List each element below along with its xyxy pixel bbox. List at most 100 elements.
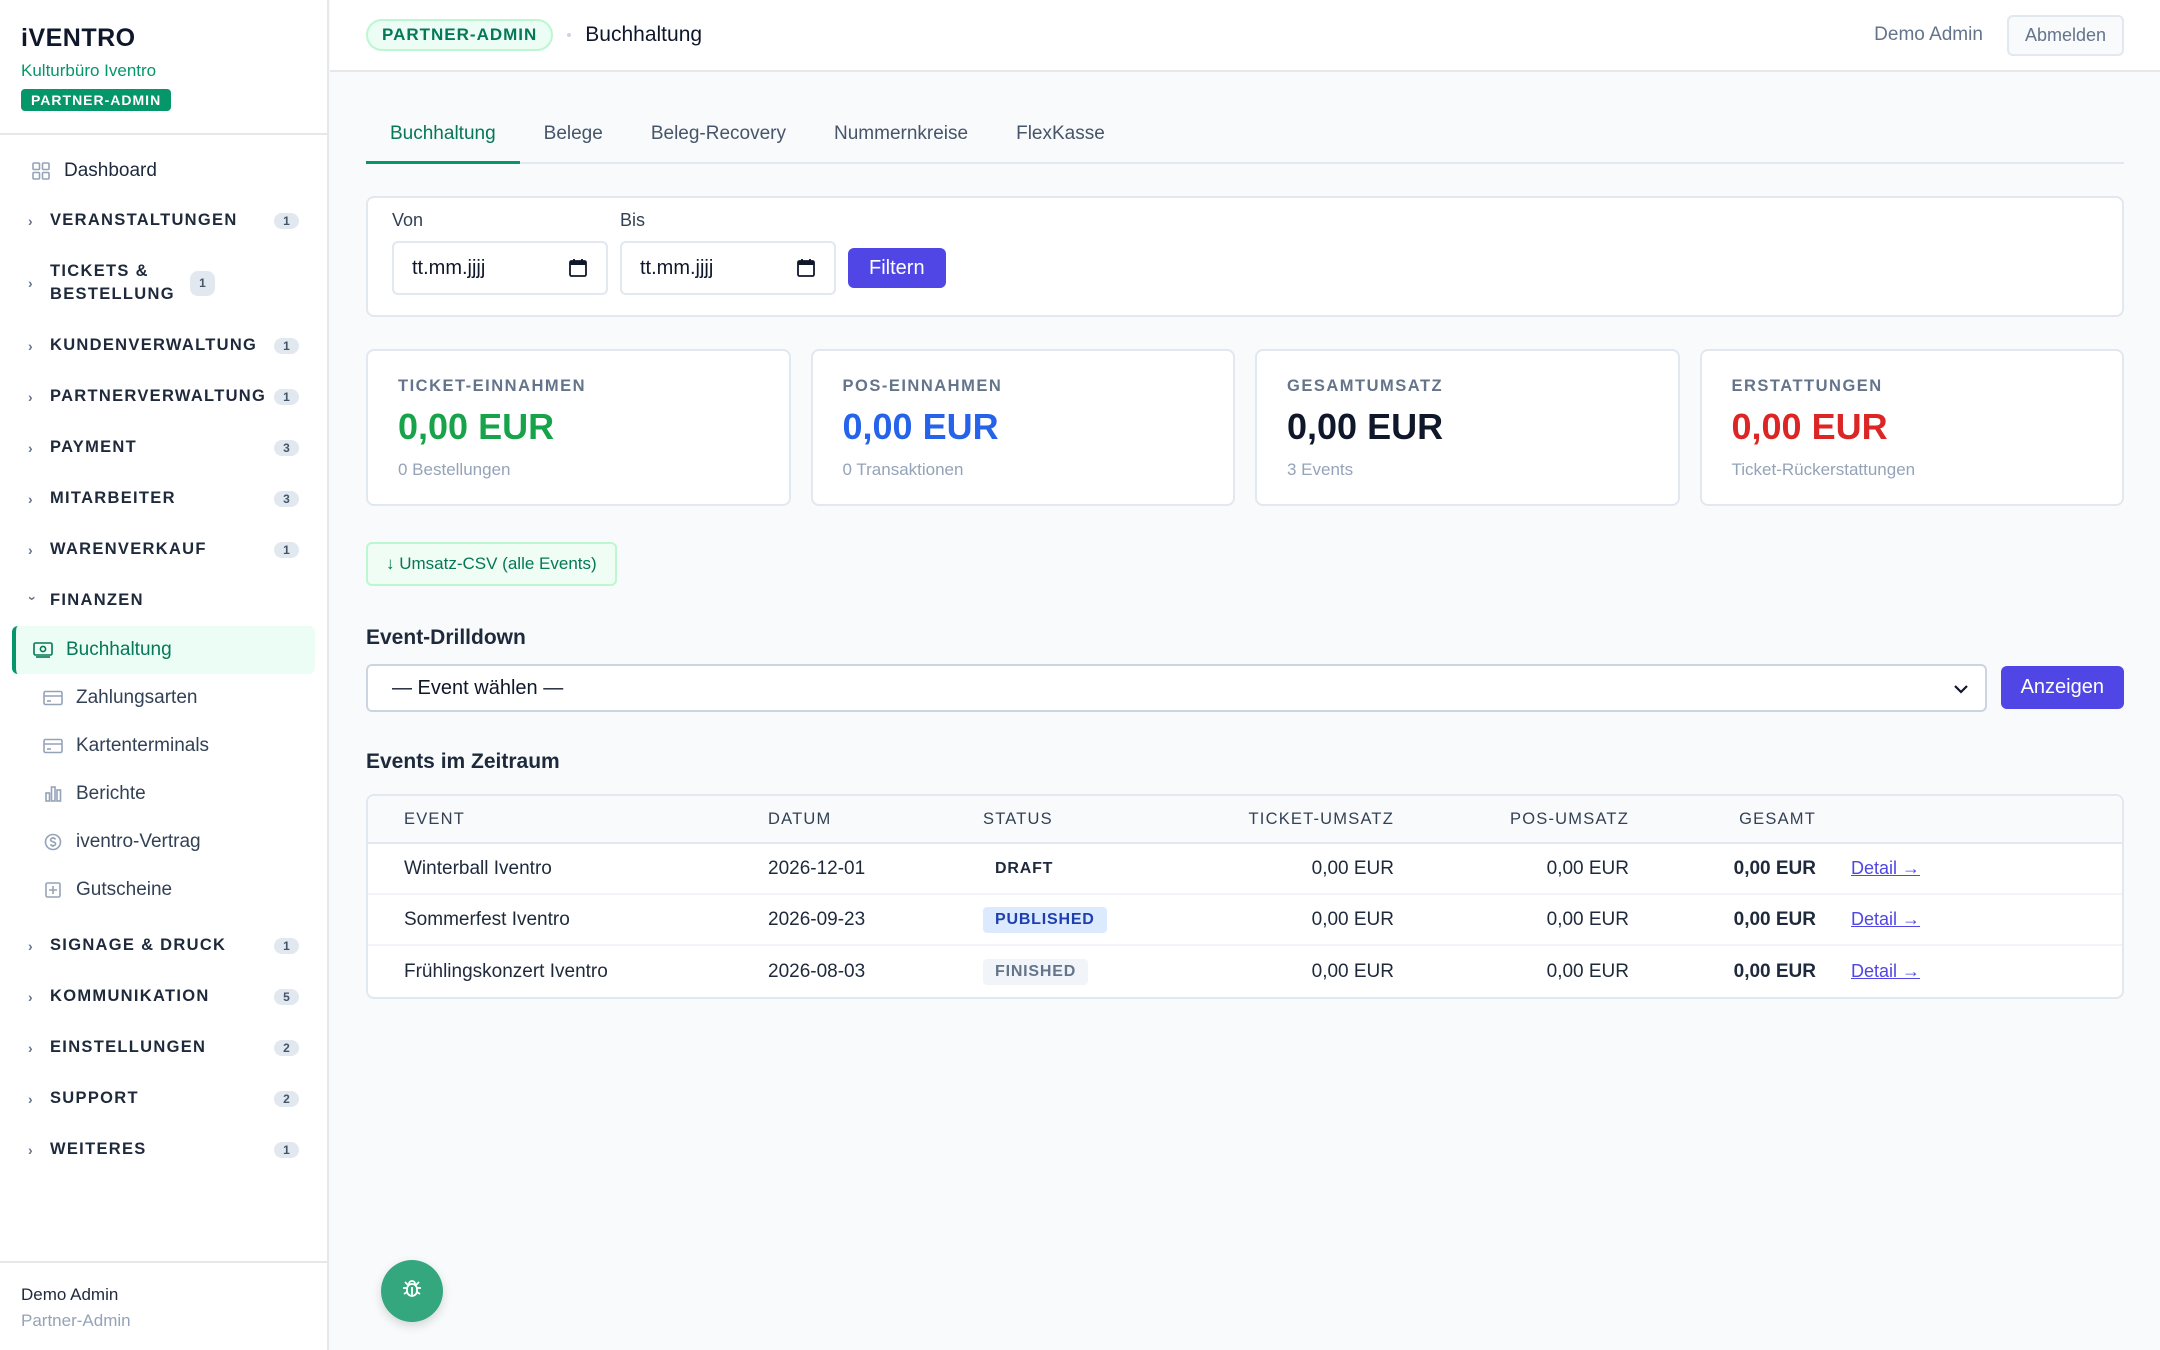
count-badge: 1	[274, 937, 299, 954]
filter-button[interactable]: Filtern	[848, 248, 946, 288]
user-role: Partner-Admin	[21, 1311, 131, 1330]
count-badge: 1	[274, 388, 299, 405]
brand: iVENTRO Kulturbüro Iventro PARTNER-ADMIN	[0, 0, 327, 135]
chevron-down-icon: ›	[25, 595, 41, 602]
stat-ticket-revenue: TICKET-EINNAHMEN 0,00 EUR 0 Bestellungen	[366, 349, 791, 506]
group-label: EINSTELLUNGEN	[50, 1038, 207, 1056]
count-badge: 3	[274, 439, 299, 456]
chevron-down-icon	[1953, 677, 1969, 700]
sidebar: iVENTRO Kulturbüro Iventro PARTNER-ADMIN…	[0, 0, 329, 1350]
bug-icon	[399, 1276, 425, 1307]
sidebar-group-finanzen[interactable]: › FINANZEN	[0, 575, 327, 626]
stat-value: 0,00 EUR	[1731, 406, 1888, 447]
sidebar-item-label: Berichte	[76, 783, 146, 804]
to-date-input[interactable]: tt.mm.jjjj	[620, 241, 836, 295]
bug-report-button[interactable]	[381, 1260, 443, 1322]
sidebar-group-weiteres[interactable]: › WEITERES 1	[0, 1124, 327, 1175]
stat-refunds: ERSTATTUNGEN 0,00 EUR Ticket-Rückerstatt…	[1699, 349, 2124, 506]
csv-export-button[interactable]: ↓ Umsatz-CSV (alle Events)	[366, 542, 617, 586]
stat-label: TICKET-EINNAHMEN	[398, 377, 587, 395]
sidebar-item-iventro-vertrag[interactable]: iventro-Vertrag	[12, 818, 315, 866]
sidebar-item-dashboard[interactable]: Dashboard	[0, 147, 327, 195]
chevron-right-icon: ›	[28, 1090, 34, 1107]
sidebar-group-einstellungen[interactable]: › EINSTELLUNGEN 2	[0, 1022, 327, 1073]
event-date: 2026-08-03	[768, 960, 866, 982]
sidebar-group-payment[interactable]: › PAYMENT 3	[0, 422, 327, 473]
count-badge: 3	[274, 490, 299, 507]
sidebar-item-berichte[interactable]: Berichte	[12, 770, 315, 818]
count-badge: 1	[274, 541, 299, 558]
sidebar-group-kommunikation[interactable]: › KOMMUNIKATION 5	[0, 971, 327, 1022]
pos-revenue: 0,00 EUR	[1546, 857, 1629, 879]
detail-link[interactable]: Detail →	[1851, 961, 1920, 981]
logout-button[interactable]: Abmelden	[2006, 14, 2124, 56]
events-table: EVENT DATUM STATUS TICKET-UMSATZ POS-UMS…	[366, 794, 2124, 999]
chevron-right-icon: ›	[28, 212, 34, 229]
chevron-right-icon: ›	[28, 439, 34, 456]
sidebar-group-veranstaltungen[interactable]: › VERANSTALTUNGEN 1	[0, 195, 327, 246]
chevron-right-icon: ›	[28, 490, 34, 507]
status-cell: DRAFT	[983, 856, 1183, 882]
sidebar-item-zahlungsarten[interactable]: Zahlungsarten	[12, 674, 315, 722]
event-select[interactable]: — Event wählen —	[366, 664, 1987, 712]
column-header: EVENT	[404, 809, 466, 828]
group-label: SIGNAGE & DRUCK	[50, 936, 227, 954]
tab-belege[interactable]: Belege	[520, 123, 627, 164]
count-badge: 1	[274, 212, 299, 229]
chevron-right-icon: ›	[28, 388, 34, 405]
cash-icon	[32, 639, 54, 661]
sidebar-item-label: Gutscheine	[76, 879, 173, 900]
sidebar-item-buchhaltung[interactable]: Buchhaltung	[12, 626, 315, 674]
from-date-input[interactable]: tt.mm.jjjj	[392, 241, 608, 295]
sidebar-user: Demo Admin Partner-Admin	[0, 1261, 327, 1350]
breadcrumb-separator	[567, 33, 572, 37]
stat-label: GESAMTUMSATZ	[1287, 377, 1444, 395]
pos-revenue: 0,00 EUR	[1546, 908, 1629, 930]
stat-subtext: 0 Transaktionen	[842, 460, 964, 479]
sidebar-item-label: Zahlungsarten	[76, 687, 198, 708]
card-icon	[42, 735, 64, 757]
stat-value: 0,00 EUR	[398, 406, 555, 447]
role-badge: PARTNER-ADMIN	[21, 89, 172, 111]
brand-logo[interactable]: iVENTRO	[21, 24, 306, 53]
event-select-value: — Event wählen —	[392, 676, 564, 699]
event-name: Frühlingskonzert Iventro	[404, 960, 608, 982]
total-revenue: 0,00 EUR	[1733, 960, 1816, 982]
group-label: SUPPORT	[50, 1089, 139, 1107]
status-badge: DRAFT	[995, 859, 1054, 877]
detail-link[interactable]: Detail →	[1851, 858, 1920, 878]
group-label: TICKETS & BESTELLUNG	[50, 262, 175, 303]
user-name: Demo Admin	[1874, 24, 1983, 45]
sidebar-group-kundenverwaltung[interactable]: › KUNDENVERWALTUNG 1	[0, 320, 327, 371]
detail-cell: Detail →	[1816, 961, 2016, 983]
calendar-icon[interactable]	[796, 258, 816, 278]
tab-nummernkreise[interactable]: Nummernkreise	[810, 123, 992, 164]
tab-beleg-recovery[interactable]: Beleg-Recovery	[627, 123, 810, 164]
sidebar-item-gutscheine[interactable]: Gutscheine	[12, 866, 315, 914]
brand-org: Kulturbüro Iventro	[21, 61, 157, 80]
sidebar-group-warenverkauf[interactable]: › WARENVERKAUF 1	[0, 524, 327, 575]
grid-icon	[30, 160, 52, 182]
tab-flexkasse[interactable]: FlexKasse	[992, 123, 1129, 164]
detail-link[interactable]: Detail →	[1851, 909, 1920, 929]
column-header: STATUS	[983, 809, 1053, 828]
show-button[interactable]: Anzeigen	[2000, 666, 2124, 709]
column-header: GESAMT	[1739, 809, 1816, 828]
sidebar-group-mitarbeiter[interactable]: › MITARBEITER 3	[0, 473, 327, 524]
calendar-icon[interactable]	[568, 258, 588, 278]
drilldown-title: Event-Drilldown	[366, 626, 526, 649]
stat-label: ERSTATTUNGEN	[1731, 377, 1883, 395]
sidebar-group-partnerverwaltung[interactable]: › PARTNERVERWALTUNG 1	[0, 371, 327, 422]
events-title: Events im Zeitraum	[366, 750, 560, 773]
sidebar-nav: Dashboard › VERANSTALTUNGEN 1 › TICKETS …	[0, 135, 327, 1175]
user-name: Demo Admin	[21, 1285, 119, 1304]
chevron-right-icon: ›	[28, 937, 34, 954]
sidebar-group-support[interactable]: › SUPPORT 2	[0, 1073, 327, 1124]
sidebar-group-tickets[interactable]: › TICKETS & BESTELLUNG 1	[0, 246, 327, 320]
date-filter: Von tt.mm.jjjj Bis tt.mm.jjjj Filtern	[366, 196, 2124, 317]
tab-buchhaltung[interactable]: Buchhaltung	[366, 123, 520, 164]
sidebar-item-kartenterminals[interactable]: Kartenterminals	[12, 722, 315, 770]
ticket-revenue: 0,00 EUR	[1311, 960, 1394, 982]
stat-label: POS-EINNAHMEN	[842, 377, 1003, 395]
sidebar-group-signage[interactable]: › SIGNAGE & DRUCK 1	[0, 920, 327, 971]
